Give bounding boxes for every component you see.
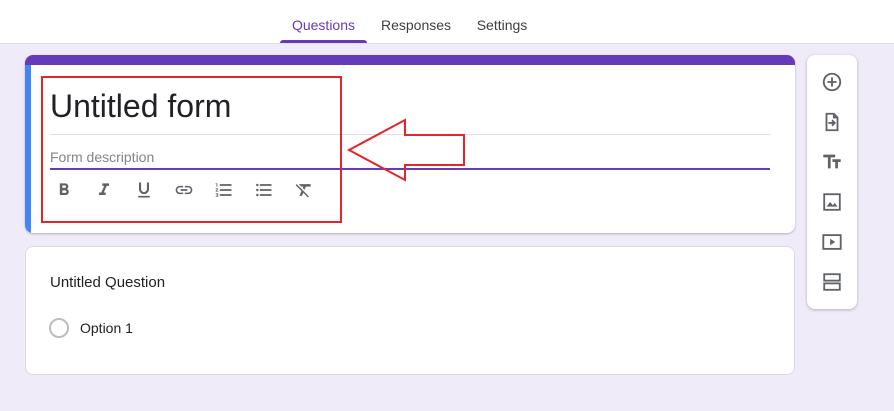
annotation-highlight-box: [41, 76, 342, 223]
import-questions-icon[interactable]: [818, 108, 846, 136]
active-tab-indicator: [280, 40, 367, 43]
tab-settings[interactable]: Settings: [468, 0, 536, 44]
add-video-icon[interactable]: [818, 228, 846, 256]
add-image-icon[interactable]: [818, 188, 846, 216]
question-title[interactable]: Untitled Question: [50, 274, 165, 291]
focus-indicator-band: [25, 65, 31, 233]
tab-responses[interactable]: Responses: [372, 0, 460, 44]
question-card[interactable]: Untitled Question Option 1: [25, 246, 795, 375]
add-question-icon[interactable]: [818, 68, 846, 96]
add-section-icon[interactable]: [818, 268, 846, 296]
option-row: Option 1: [49, 317, 133, 339]
option-label[interactable]: Option 1: [80, 320, 133, 336]
tab-questions[interactable]: Questions: [280, 0, 367, 44]
annotation-arrow: [346, 118, 465, 182]
tab-bar: Questions Responses Settings: [0, 0, 894, 44]
side-toolbar: [807, 55, 857, 309]
header-accent-band: [25, 55, 795, 65]
add-title-icon[interactable]: [818, 148, 846, 176]
radio-button[interactable]: [49, 318, 69, 338]
